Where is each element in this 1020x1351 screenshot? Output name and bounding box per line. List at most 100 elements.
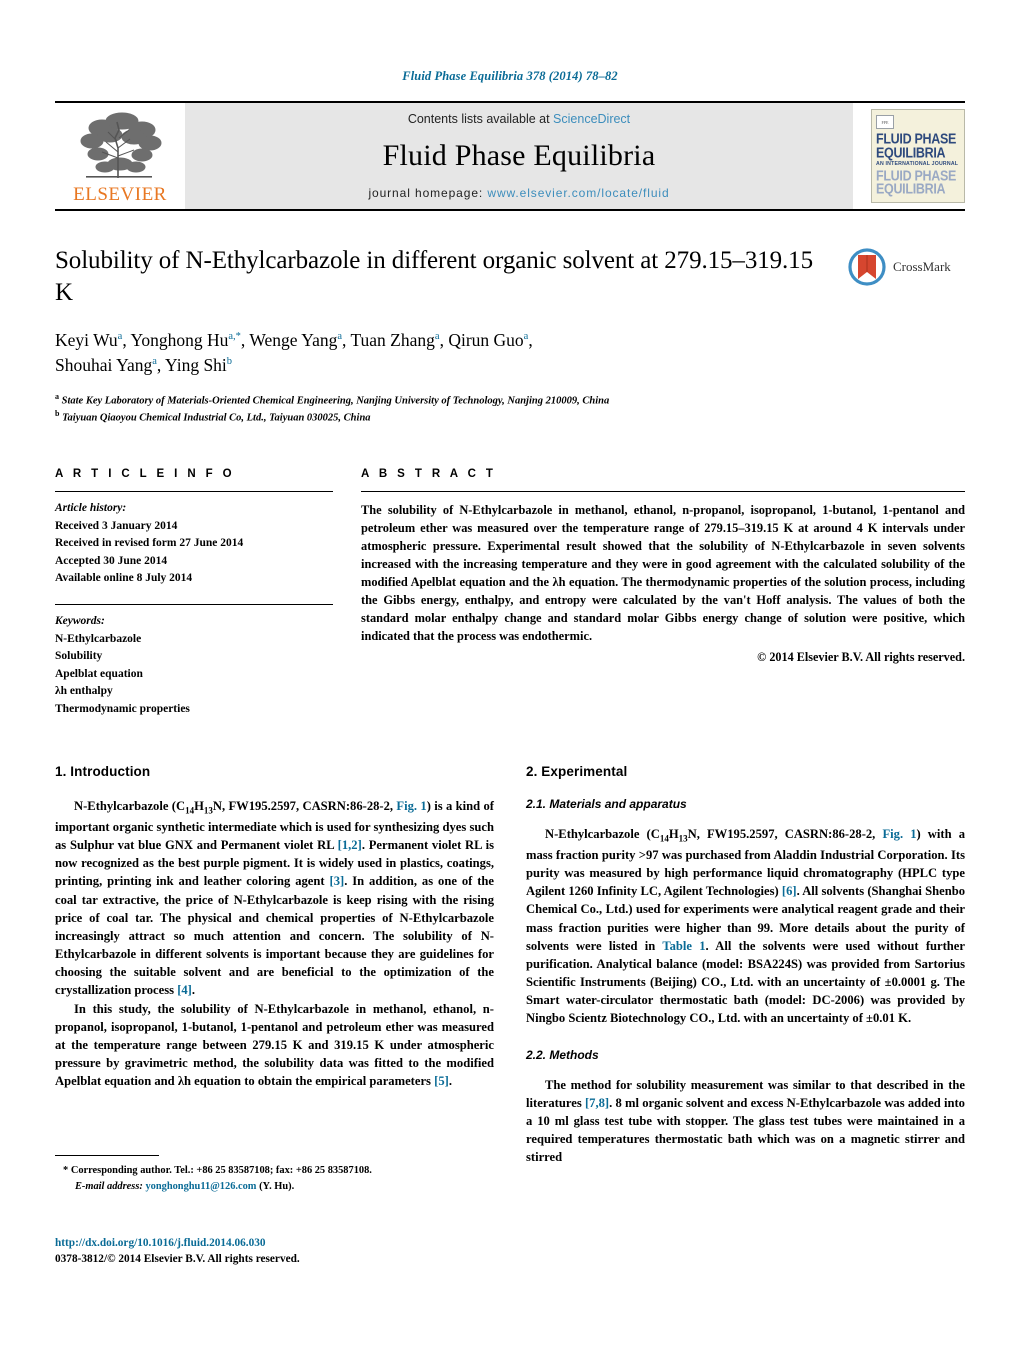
section-heading-introduction: 1. Introduction bbox=[55, 764, 151, 780]
keyword-item: Thermodynamic properties bbox=[55, 702, 190, 715]
crossmark-icon bbox=[848, 248, 886, 286]
cover-line-4: EQUILIBRIA bbox=[876, 181, 946, 198]
history-item: Received 3 January 2014 bbox=[55, 519, 178, 532]
page-title: Solubility of N-Ethylcarbazole in differ… bbox=[55, 247, 813, 306]
affiliation-list: a State Key Laboratory of Materials-Orie… bbox=[55, 391, 825, 426]
text-run: H bbox=[194, 799, 204, 814]
history-item: Received in revised form 27 June 2014 bbox=[55, 537, 244, 550]
figure-reference-link[interactable]: Fig. 1 bbox=[882, 827, 916, 841]
abstract-column: A B S T R A C T The solubility of N-Ethy… bbox=[361, 468, 965, 718]
keywords-label: Keywords: bbox=[55, 615, 105, 628]
journal-homepage-line: journal homepage: www.elsevier.com/locat… bbox=[368, 186, 669, 200]
text-run: In this study, the solubility of N-Ethyl… bbox=[55, 1001, 494, 1089]
text-run: N, FW195.2597, CASRN:86-28-2, bbox=[212, 799, 397, 814]
history-item: Accepted 30 June 2014 bbox=[55, 554, 168, 567]
text-run: . In addition, as one of the coal tar ex… bbox=[55, 874, 495, 998]
crossmark-label: CrossMark bbox=[893, 259, 951, 274]
section-heading-experimental: 2. Experimental bbox=[526, 764, 628, 780]
column-right: 2. Experimental 2.1. Materials and appar… bbox=[526, 764, 965, 1166]
homepage-prefix: journal homepage: bbox=[368, 186, 488, 200]
citation-link[interactable]: [3] bbox=[330, 874, 345, 888]
author-affiliation-marker[interactable]: a bbox=[435, 331, 440, 342]
affiliation-item: b Taiyuan Qiaoyou Chemical Industrial Co… bbox=[55, 408, 825, 426]
doi-link[interactable]: http://dx.doi.org/10.1016/j.fluid.2014.0… bbox=[55, 1235, 300, 1251]
column-left: 1. Introduction N-Ethylcarbazole (C14H13… bbox=[55, 764, 494, 1166]
text-run: N, FW195.2597, CASRN:86-28-2, bbox=[687, 827, 883, 842]
affiliation-text: Taiyuan Qiaoyou Chemical Industrial Co, … bbox=[62, 412, 371, 424]
divider bbox=[55, 491, 333, 493]
text-run: N-Ethylcarbazole (C bbox=[545, 827, 660, 842]
author-name: Shouhai Yang bbox=[55, 354, 153, 375]
formula-subscript: 13 bbox=[678, 833, 688, 844]
keywords-block: Keywords: N-Ethylcarbazole Solubility Ap… bbox=[55, 613, 333, 718]
affiliation-text: State Key Laboratory of Materials-Orient… bbox=[61, 395, 610, 407]
author-name: Ying Shi bbox=[165, 354, 227, 375]
text-run: . bbox=[448, 1074, 452, 1089]
email-owner: (Y. Hu). bbox=[259, 1180, 295, 1192]
footnote-block: * Corresponding author. Tel.: +86 25 835… bbox=[55, 1155, 465, 1194]
formula-subscript: 13 bbox=[203, 805, 213, 816]
email-label: E-mail address: bbox=[75, 1180, 143, 1192]
keyword-item: Solubility bbox=[55, 650, 103, 663]
citation-link[interactable]: [6] bbox=[782, 884, 797, 898]
cover-mini-badge: FPE bbox=[876, 115, 894, 129]
affiliation-item: a State Key Laboratory of Materials-Orie… bbox=[55, 391, 825, 409]
email-link[interactable]: yonghonghu11@126.com bbox=[145, 1181, 256, 1192]
author-name: Yonghong Hu bbox=[130, 330, 229, 350]
journal-cover-thumbnail: FPE FLUID PHASE EQUILIBRIA AN INTERNATIO… bbox=[871, 109, 965, 203]
cover-line-2: EQUILIBRIA bbox=[876, 144, 946, 161]
cover-subtitle: AN INTERNATIONAL JOURNAL bbox=[876, 160, 959, 167]
author-name: Wenge Yang bbox=[249, 330, 338, 350]
corresponding-marker: * bbox=[63, 1165, 69, 1176]
divider bbox=[361, 491, 965, 493]
table-reference-link[interactable]: Table 1 bbox=[662, 939, 705, 953]
author-affiliation-marker[interactable]: a bbox=[524, 331, 529, 342]
doi-block: http://dx.doi.org/10.1016/j.fluid.2014.0… bbox=[55, 1235, 300, 1267]
keyword-item: λh enthalpy bbox=[55, 685, 113, 698]
author-affiliation-marker[interactable]: a bbox=[152, 356, 157, 367]
article-history-label: Article history: bbox=[55, 502, 127, 515]
corresponding-author-note: * Corresponding author. Tel.: +86 25 835… bbox=[55, 1163, 465, 1194]
figure-reference-link[interactable]: Fig. 1 bbox=[396, 799, 426, 813]
subsection-heading-materials: 2.1. Materials and apparatus bbox=[526, 797, 687, 812]
text-run: N-Ethylcarbazole (C bbox=[74, 799, 186, 814]
author-affiliation-marker[interactable]: b bbox=[227, 356, 232, 367]
citation-link[interactable]: [1,2] bbox=[338, 838, 362, 852]
author-name: Tuan Zhang bbox=[350, 330, 435, 350]
issn-copyright-line: 0378-3812/© 2014 Elsevier B.V. All right… bbox=[55, 1253, 300, 1266]
abstract-text: The solubility of N-Ethylcarbazole in me… bbox=[361, 503, 965, 644]
corresponding-text: Corresponding author. Tel.: +86 25 83587… bbox=[70, 1165, 372, 1176]
paragraph-intro-1: N-Ethylcarbazole (C14H13N, FW195.2597, C… bbox=[55, 797, 494, 999]
author-affiliation-marker[interactable]: a,* bbox=[228, 331, 241, 342]
abstract-heading: A B S T R A C T bbox=[361, 468, 497, 481]
citation-link[interactable]: [4] bbox=[177, 983, 192, 997]
title-block: Solubility of N-Ethylcarbazole in differ… bbox=[55, 245, 965, 426]
author-name: Keyi Wu bbox=[55, 330, 118, 350]
keyword-item: Apelblat equation bbox=[55, 667, 143, 680]
citation-link[interactable]: [7,8] bbox=[585, 1096, 609, 1110]
journal-title: Fluid Phase Equilibria bbox=[382, 139, 656, 172]
sciencedirect-link[interactable]: ScienceDirect bbox=[553, 112, 630, 126]
author-affiliation-marker[interactable]: a bbox=[337, 331, 342, 342]
paper-page: Fluid Phase Equilibria 378 (2014) 78–82 bbox=[0, 0, 1020, 1351]
text-run: H bbox=[668, 827, 679, 842]
running-head: Fluid Phase Equilibria 378 (2014) 78–82 bbox=[402, 69, 618, 83]
contents-list-line: Contents lists available at ScienceDirec… bbox=[408, 112, 630, 126]
crossmark-badge[interactable]: CrossMark bbox=[847, 247, 965, 287]
affiliation-marker: b bbox=[55, 409, 60, 419]
article-info-heading: A R T I C L E I N F O bbox=[55, 468, 236, 481]
paragraph-methods: The method for solubility measurement wa… bbox=[526, 1076, 965, 1167]
affiliation-marker: a bbox=[55, 391, 59, 401]
elsevier-wordmark: ELSEVIER bbox=[73, 184, 167, 205]
paragraph-materials: N-Ethylcarbazole (C14H13N, FW195.2597, C… bbox=[526, 825, 965, 1027]
author-affiliation-marker[interactable]: a bbox=[118, 331, 123, 342]
keyword-item: N-Ethylcarbazole bbox=[55, 632, 142, 645]
journal-banner: Contents lists available at ScienceDirec… bbox=[185, 103, 853, 209]
subsection-heading-methods: 2.2. Methods bbox=[526, 1047, 599, 1062]
homepage-url-link[interactable]: www.elsevier.com/locate/fluid bbox=[487, 186, 669, 200]
citation-link[interactable]: [5] bbox=[434, 1074, 449, 1088]
text-run: . bbox=[191, 983, 196, 998]
body-columns: 1. Introduction N-Ethylcarbazole (C14H13… bbox=[55, 764, 965, 1166]
history-item: Available online 8 July 2014 bbox=[55, 572, 193, 584]
